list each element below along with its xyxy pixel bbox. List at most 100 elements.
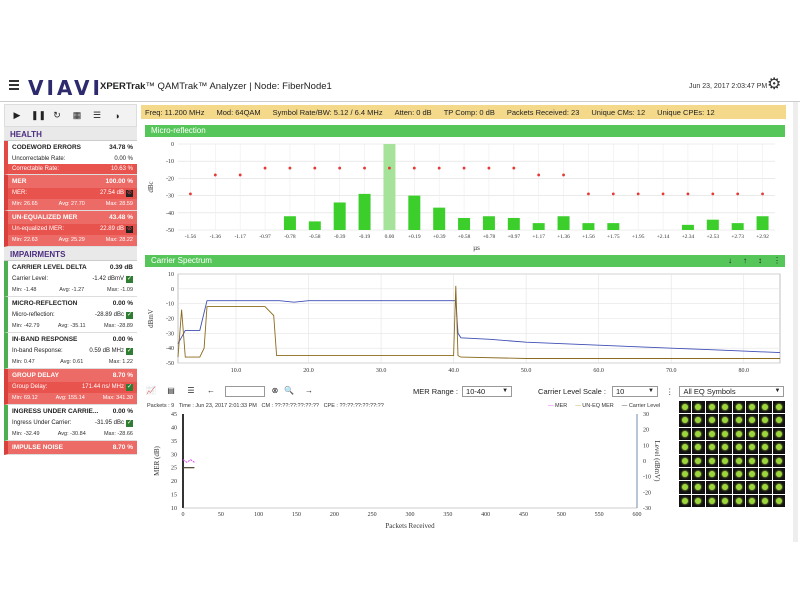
arrow-right-icon[interactable]: → xyxy=(303,386,315,396)
constellation-cell[interactable] xyxy=(772,494,785,507)
arrow-down-icon[interactable]: ↓ xyxy=(728,255,732,267)
constellation-cell[interactable] xyxy=(679,494,692,507)
arrow-split-icon[interactable]: ↕ xyxy=(758,255,762,267)
constellation-cell[interactable] xyxy=(705,481,719,494)
constellation-cell[interactable] xyxy=(772,467,785,481)
constellation-cell[interactable] xyxy=(732,414,745,427)
constellation-cell[interactable] xyxy=(679,427,692,441)
more-vert-icon[interactable]: ⋮ xyxy=(773,255,781,267)
constellation-cell[interactable] xyxy=(772,481,785,494)
constellation-cell[interactable] xyxy=(692,454,705,467)
constellation-cell[interactable] xyxy=(692,481,705,494)
inband-response-card[interactable]: IN-BAND RESPONSE 0.00 % In-band Response:… xyxy=(4,333,137,369)
constellation-cell[interactable] xyxy=(705,467,719,481)
constellation-cell[interactable] xyxy=(679,454,692,467)
constellation-cell[interactable] xyxy=(732,454,745,467)
constellation-cell[interactable] xyxy=(719,441,732,454)
constellation-cell[interactable] xyxy=(705,441,719,454)
constellation-cell[interactable] xyxy=(719,481,732,494)
constellation-cell[interactable] xyxy=(732,441,745,454)
constellation-cell[interactable] xyxy=(692,494,705,507)
gear-icon[interactable]: ⚙ xyxy=(767,77,781,93)
more-vert-icon[interactable]: ⋮ xyxy=(666,387,674,396)
constellation-cell[interactable] xyxy=(705,494,719,507)
constellation-cell[interactable] xyxy=(719,494,732,507)
constellation-cell[interactable] xyxy=(705,401,719,414)
y-tick-label: 0 xyxy=(171,287,174,293)
constellation-cell[interactable] xyxy=(732,467,745,481)
codeword-errors-card[interactable]: CODEWORD ERRORS 34.78 % Uncorrectable Rat… xyxy=(4,141,137,175)
constellation-cell[interactable] xyxy=(692,414,705,427)
list-icon[interactable]: ☰ xyxy=(185,386,197,396)
list-view-icon[interactable]: ☰ xyxy=(91,110,103,121)
constellation-cell[interactable] xyxy=(732,427,745,441)
constellation-cell[interactable] xyxy=(719,454,732,467)
mer-range-select[interactable]: 10-40 ▼ xyxy=(462,385,513,397)
constellation-cell[interactable] xyxy=(692,401,705,414)
constellation-cell[interactable] xyxy=(759,494,772,507)
constellation-cell[interactable] xyxy=(745,454,759,467)
constellation-cell[interactable] xyxy=(679,481,692,494)
hamburger-menu-icon[interactable] xyxy=(9,80,19,90)
constellation-cell[interactable] xyxy=(719,427,732,441)
constellation-cell[interactable] xyxy=(732,494,745,507)
micro-reflection-card[interactable]: MICRO-REFLECTION 0.00 % Micro-reflection:… xyxy=(4,297,137,333)
grid-view-icon[interactable]: ▦ xyxy=(71,110,83,121)
clear-icon[interactable]: ⊗ xyxy=(269,386,281,396)
table-icon[interactable]: ▤ xyxy=(165,386,177,396)
arrow-left-icon[interactable]: ← xyxy=(205,386,217,396)
constellation-cell[interactable] xyxy=(745,467,759,481)
pause-icon[interactable]: ❚❚ xyxy=(31,110,46,121)
constellation-cell[interactable] xyxy=(719,414,732,427)
constellation-cell[interactable] xyxy=(759,427,772,441)
constellation-cell[interactable] xyxy=(732,401,745,414)
constellation-cell[interactable] xyxy=(679,467,692,481)
constellation-cell[interactable] xyxy=(745,401,759,414)
constellation-cell[interactable] xyxy=(772,454,785,467)
play-icon[interactable]: ▶ xyxy=(11,110,23,121)
constellation-cell[interactable] xyxy=(745,481,759,494)
constellation-cell[interactable] xyxy=(692,427,705,441)
constellation-cell[interactable] xyxy=(745,414,759,427)
page-scrollbar[interactable] xyxy=(793,102,798,542)
group-delay-card[interactable]: GROUP DELAY 8.70 % Group Delay: 171.44 ns/… xyxy=(4,369,137,405)
constellation-cell[interactable] xyxy=(759,401,772,414)
constellation-cell[interactable] xyxy=(772,441,785,454)
chart-line-icon[interactable]: 📈 xyxy=(145,386,157,396)
constellation-cell[interactable] xyxy=(679,401,692,414)
refresh-icon[interactable]: ↻ xyxy=(51,110,63,121)
carrier-scale-select[interactable]: 10 ▼ xyxy=(611,385,658,397)
constellation-cell[interactable] xyxy=(759,481,772,494)
constellation-cell[interactable] xyxy=(692,467,705,481)
eq-constellation-grid[interactable] xyxy=(679,401,785,507)
constellation-cell[interactable] xyxy=(705,427,719,441)
carrier-level-card[interactable]: CARRIER LEVEL DELTA 0.39 dB Carrier Level… xyxy=(4,261,137,297)
constellation-cell[interactable] xyxy=(759,441,772,454)
ingress-card[interactable]: INGRESS UNDER CARRIE... 0.00 % Ingress Un… xyxy=(4,405,137,441)
constellation-cell[interactable] xyxy=(705,454,719,467)
eq-symbols-select[interactable]: All EQ Symbols ▼ xyxy=(679,385,785,397)
constellation-cell[interactable] xyxy=(759,414,772,427)
constellation-cell[interactable] xyxy=(759,467,772,481)
packet-index-input[interactable] xyxy=(225,385,265,397)
impulse-noise-card[interactable]: IMPULSE NOISE 8.70 % xyxy=(4,441,137,455)
constellation-cell[interactable] xyxy=(732,481,745,494)
constellation-cell[interactable] xyxy=(679,441,692,454)
arrow-up-icon[interactable]: ↑ xyxy=(743,255,747,267)
uneq-mer-card[interactable]: UN-EQUALIZED MER 43.48 % Un-equalized MER… xyxy=(4,211,137,247)
constellation-cell[interactable] xyxy=(745,494,759,507)
constellation-cell[interactable] xyxy=(705,414,719,427)
constellation-cell[interactable] xyxy=(745,441,759,454)
constellation-cell[interactable] xyxy=(772,427,785,441)
constellation-cell[interactable] xyxy=(719,401,732,414)
search-icon[interactable]: 🔍 xyxy=(283,386,295,396)
contrast-icon[interactable]: ◑ xyxy=(111,111,123,121)
constellation-cell[interactable] xyxy=(679,414,692,427)
constellation-cell[interactable] xyxy=(772,401,785,414)
constellation-cell[interactable] xyxy=(745,427,759,441)
constellation-cell[interactable] xyxy=(692,441,705,454)
mer-card[interactable]: MER 100.00 % MER: 27.54 dB ⊘ Min: 26.65 Avg:… xyxy=(4,175,137,211)
constellation-cell[interactable] xyxy=(759,454,772,467)
constellation-cell[interactable] xyxy=(772,414,785,427)
constellation-cell[interactable] xyxy=(719,467,732,481)
